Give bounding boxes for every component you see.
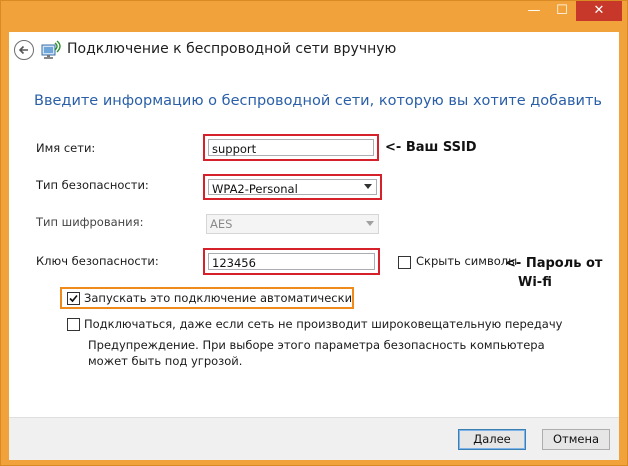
dialog-content: Подключение к беспроводной сети вручную … <box>9 32 619 460</box>
security-warning: Предупреждение. При выборе этого парамет… <box>88 338 545 368</box>
connect-hidden-checkbox[interactable] <box>67 318 80 331</box>
instruction-heading: Введите информацию о беспроводной сети, … <box>34 93 602 109</box>
header: Подключение к беспроводной сети вручную <box>9 32 619 70</box>
back-arrow-icon <box>18 45 28 55</box>
security-type-select[interactable]: WPA2-Personal <box>208 179 377 196</box>
next-button[interactable]: Далее <box>458 429 526 450</box>
password-annotation-line1: <- Пароль от <box>505 256 603 271</box>
maximize-button[interactable]: ☐ <box>548 1 576 21</box>
close-button[interactable]: ✕ <box>576 1 622 21</box>
security-type-highlight: WPA2-Personal <box>203 174 382 200</box>
dropdown-arrow-icon <box>366 221 374 226</box>
back-button[interactable] <box>14 40 34 60</box>
security-type-label: Тип безопасности: <box>36 178 149 192</box>
security-key-input[interactable]: 123456 <box>208 253 375 270</box>
ssid-annotation: <- Ваш SSID <box>385 140 477 155</box>
footer: Далее Отмена <box>9 417 619 460</box>
connect-hidden-label[interactable]: Подключаться, даже если сеть не производ… <box>84 317 562 331</box>
cancel-button[interactable]: Отмена <box>542 429 610 450</box>
encryption-type-wrapper: AES <box>203 211 382 237</box>
security-type-value: WPA2-Personal <box>212 182 298 196</box>
security-key-label: Ключ безопасности: <box>36 254 159 268</box>
encryption-type-value: AES <box>210 217 233 231</box>
auto-connect-label[interactable]: Запускать это подключение автоматически <box>84 291 352 305</box>
dropdown-arrow-icon <box>364 184 372 189</box>
encryption-type-select: AES <box>206 214 379 234</box>
network-name-input[interactable]: support <box>208 139 374 156</box>
network-name-label: Имя сети: <box>36 141 96 155</box>
title-bar[interactable]: — ☐ ✕ <box>1 1 627 33</box>
wireless-network-icon <box>41 40 61 59</box>
hide-characters-checkbox[interactable] <box>398 256 411 269</box>
encryption-type-label: Тип шифрования: <box>36 215 144 229</box>
minimize-button[interactable]: — <box>520 1 548 21</box>
security-key-highlight: 123456 <box>203 248 380 275</box>
dialog-window: — ☐ ✕ Подключение к беспроводной сети вр… <box>0 0 628 466</box>
network-name-highlight: support <box>203 134 379 161</box>
auto-connect-checkbox[interactable] <box>67 292 80 305</box>
password-annotation-line2: Wi-fi <box>518 275 552 290</box>
checkmark-icon <box>69 294 78 303</box>
hide-characters-label[interactable]: Скрыть символы <box>416 254 517 268</box>
page-title: Подключение к беспроводной сети вручную <box>67 41 397 57</box>
